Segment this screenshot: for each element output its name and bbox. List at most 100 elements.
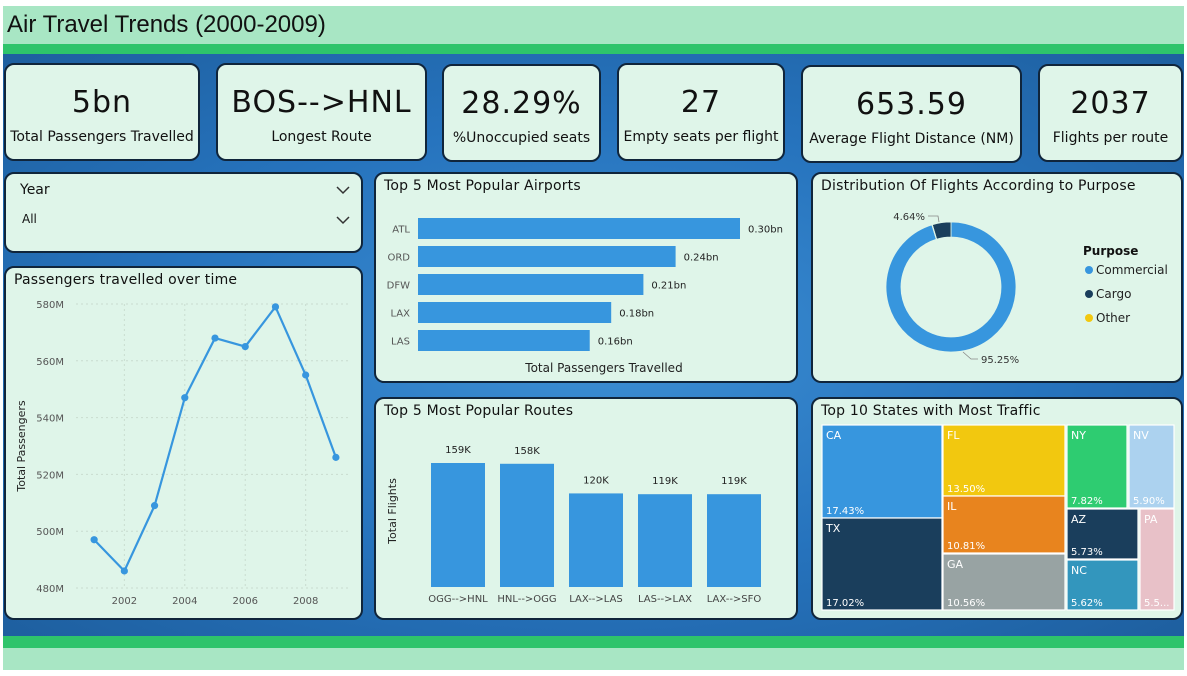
tile-state-label: AZ: [1071, 513, 1087, 526]
y-axis-label: Total Passengers: [15, 400, 28, 493]
kpi-label: Total Passengers Travelled: [10, 129, 194, 145]
data-point[interactable]: [90, 536, 98, 544]
data-label: 0.24bn: [684, 253, 719, 264]
x-tick-label: 2008: [293, 596, 318, 607]
tile-state-label: GA: [947, 558, 964, 571]
chevron-down-icon[interactable]: [335, 184, 351, 196]
kpi-value: 28.29%: [461, 86, 582, 121]
bar[interactable]: [418, 302, 612, 323]
data-point[interactable]: [271, 303, 280, 311]
category-label: OGG-->HNL: [428, 594, 488, 605]
data-label: 159K: [445, 445, 471, 456]
tile-state-label: NV: [1133, 429, 1149, 442]
kpi-card-unoccupied-seats[interactable]: 28.29% %Unoccupied seats: [442, 64, 601, 162]
y-tick-label: 560M: [36, 357, 64, 368]
airports-chart-card: Top 5 Most Popular Airports ATL 0.30bn ORD…: [374, 172, 798, 383]
airports-bar-chart: ATL 0.30bn ORD 0.24bn DFW 0.21bn LAX 0.18bn LAS 0…: [387, 218, 783, 375]
tile-pct-label: 17.43%: [826, 506, 864, 517]
y-tick-label: 480M: [36, 584, 64, 595]
tile-pct-label: 5.73%: [1071, 547, 1103, 558]
x-axis-label: Total Passengers Travelled: [524, 361, 682, 375]
series-line: [93, 304, 337, 573]
kpi-value: 2037: [1070, 86, 1151, 121]
legend-item[interactable]: Other: [1096, 311, 1130, 325]
kpi-card-longest-route[interactable]: BOS-->HNL Longest Route: [216, 63, 427, 161]
kpi-value: 653.59: [856, 87, 967, 122]
kpi-value: BOS-->HNL: [231, 85, 412, 120]
legend-title: Purpose: [1083, 244, 1138, 258]
data-point[interactable]: [302, 371, 310, 379]
bottom-accent-strip: [3, 636, 1184, 648]
x-tick-label: 2006: [233, 596, 258, 607]
page-title: Air Travel Trends (2000-2009): [7, 11, 326, 38]
kpi-label: %Unoccupied seats: [452, 130, 591, 146]
x-tick-label: 2004: [172, 596, 197, 607]
data-label: 158K: [514, 446, 540, 457]
data-point[interactable]: [332, 453, 340, 461]
tile-state-label: TX: [825, 522, 841, 535]
bar[interactable]: [569, 493, 623, 587]
data-point[interactable]: [150, 502, 159, 510]
top-accent-strip: [3, 44, 1184, 54]
legend-marker: [1085, 290, 1093, 298]
bottom-bar: [3, 648, 1184, 670]
legend-marker: [1085, 314, 1093, 322]
data-point[interactable]: [181, 394, 189, 402]
data-label: 0.30bn: [748, 225, 783, 236]
tile-pct-label: 13.50%: [947, 484, 985, 495]
bar[interactable]: [707, 494, 761, 587]
x-tick-label: 2002: [112, 596, 137, 607]
y-tick-label: 580M: [36, 300, 64, 311]
bar[interactable]: [431, 463, 485, 587]
tile-state-label: FL: [947, 429, 960, 442]
line-chart: 580M 560M 540M 520M 500M 480M 2002 2004 2006 2008…: [15, 300, 351, 607]
label-leader: [962, 351, 978, 360]
bar[interactable]: [418, 330, 590, 351]
data-point[interactable]: [120, 567, 128, 575]
year-slicer[interactable]: Year All: [4, 172, 363, 253]
tile-state-label: CA: [826, 429, 842, 442]
legend-marker: [1085, 266, 1093, 274]
tile-pct-label: 10.56%: [947, 598, 985, 609]
bar[interactable]: [418, 274, 644, 295]
kpi-card-avg-distance[interactable]: 653.59 Average Flight Distance (NM): [801, 65, 1022, 163]
category-label: LAS: [391, 337, 410, 348]
category-label: ATL: [392, 225, 410, 236]
tile-state-label: IL: [947, 500, 957, 513]
purpose-donut-chart: 4.64% 95.25% Purpose Commercial Cargo Other: [885, 212, 1168, 366]
data-point[interactable]: [241, 343, 249, 351]
bar[interactable]: [418, 246, 676, 267]
donut-slice[interactable]: [885, 221, 1017, 353]
data-label: 119K: [652, 476, 678, 487]
y-axis-label: Total Flights: [386, 478, 399, 545]
category-label: LAX: [391, 309, 411, 320]
legend-item[interactable]: Cargo: [1096, 287, 1131, 301]
slicer-label: Year: [20, 182, 50, 198]
kpi-card-empty-seats[interactable]: 27 Empty seats per flight: [617, 63, 785, 161]
category-label: LAX-->LAS: [569, 594, 623, 605]
tile-pct-label: 10.81%: [947, 541, 985, 552]
y-tick-label: 520M: [36, 470, 64, 481]
kpi-card-flights-per-route[interactable]: 2037 Flights per route: [1038, 64, 1183, 162]
data-point[interactable]: [211, 334, 219, 342]
slicer-dropdown-value[interactable]: All: [22, 212, 37, 226]
data-label: 119K: [721, 476, 747, 487]
line-chart-card: Passengers travelled over time 580M 560M 5…: [4, 266, 363, 620]
bar[interactable]: [418, 218, 740, 239]
purpose-chart-card: Distribution Of Flights According to Pur…: [811, 172, 1183, 383]
label-leader: [928, 215, 940, 223]
legend-item[interactable]: Commercial: [1096, 263, 1168, 277]
data-label: 0.21bn: [651, 281, 686, 292]
bar[interactable]: [500, 463, 554, 587]
bar[interactable]: [638, 494, 692, 587]
routes-chart-card: Top 5 Most Popular Routes 159K OGG-->HNL 1…: [374, 397, 798, 620]
tile-pct-label: 7.82%: [1071, 496, 1103, 507]
kpi-card-total-passengers[interactable]: 5bn Total Passengers Travelled: [4, 63, 200, 161]
category-label: HNL-->OGG: [497, 594, 556, 605]
kpi-label: Flights per route: [1052, 130, 1169, 146]
dropdown-chevron-icon[interactable]: [335, 214, 351, 226]
kpi-label: Average Flight Distance (NM): [809, 131, 1014, 147]
routes-bar-chart: 159K OGG-->HNL 158K HNL-->OGG 120K LAX-->LAS 1…: [386, 445, 761, 605]
category-label: DFW: [387, 281, 410, 292]
data-label: 4.64%: [893, 212, 925, 223]
